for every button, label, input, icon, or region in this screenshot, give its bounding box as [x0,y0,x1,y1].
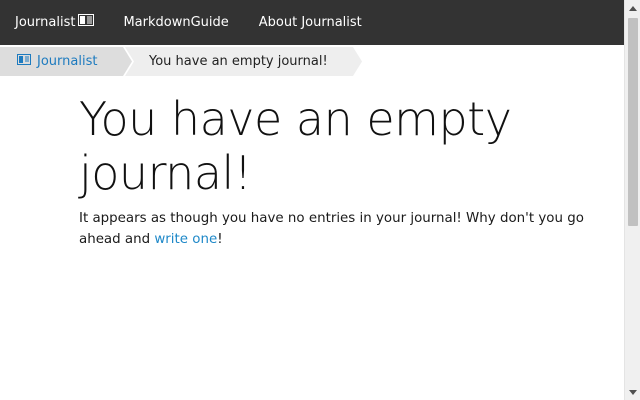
page-title: You have an empty journal! [79,92,512,200]
scroll-up-arrow-icon[interactable] [625,0,640,16]
breadcrumb-current-label: You have an empty journal! [149,54,328,69]
book-icon [78,14,95,30]
scrollbar-thumb[interactable] [628,18,638,226]
nav-markdown-guide-label: MarkdownGuide [123,15,229,30]
breadcrumb-home-link[interactable]: Journalist [0,47,132,76]
nav-brand-label: Journalist [15,15,76,30]
nav-about-link[interactable]: About Journalist [259,15,362,30]
write-one-link[interactable]: write one [154,232,217,247]
message-end: ! [217,232,223,247]
empty-journal-message: It appears as though you have no entries… [79,208,604,250]
breadcrumb: Journalist You have an empty journal! [0,45,624,78]
breadcrumb-current: You have an empty journal! [125,47,362,76]
scroll-down-arrow-icon[interactable] [625,384,640,400]
nav-about-label: About Journalist [258,15,362,30]
main-content: You have an empty journal! It appears as… [79,92,604,250]
nav-markdown-guide-link[interactable]: MarkdownGuide [123,15,228,30]
nav-brand-link[interactable]: Journalist [15,14,95,30]
top-navbar: Journalist MarkdownGuide About Journalis… [0,0,624,45]
vertical-scrollbar[interactable] [624,0,640,400]
breadcrumb-home-label: Journalist [37,54,98,69]
book-icon [17,54,31,69]
